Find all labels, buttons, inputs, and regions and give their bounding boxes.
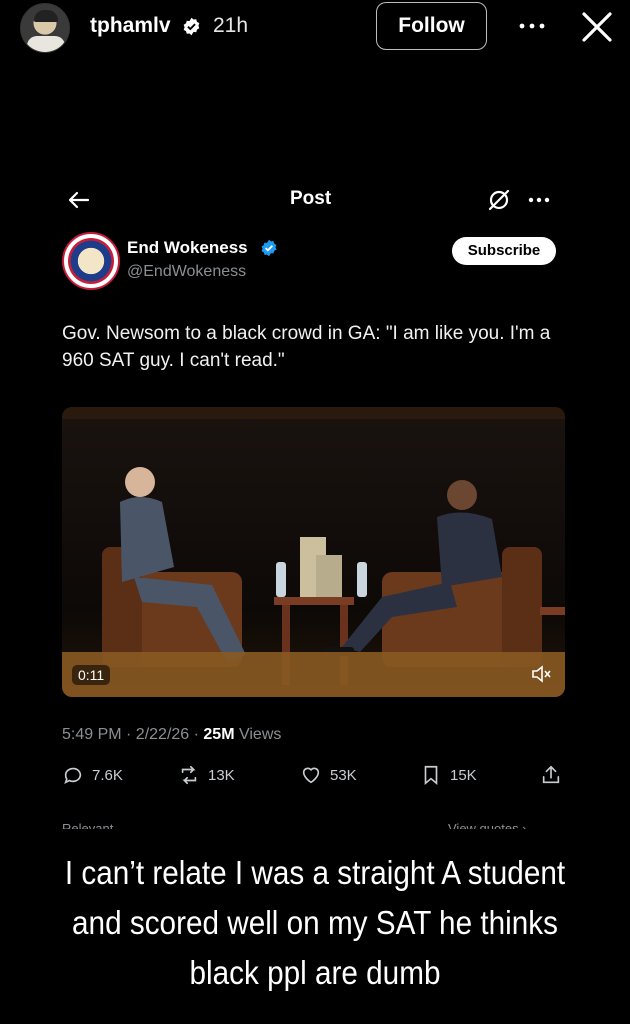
story-username[interactable]: tphamlv <box>90 14 171 38</box>
views-label: Views <box>234 726 282 743</box>
verified-badge-icon <box>261 239 277 257</box>
bookmark-count: 15K <box>450 766 477 784</box>
relevant-sort-label[interactable]: Relevant ⌄ <box>62 820 128 829</box>
like-count: 53K <box>330 766 357 784</box>
repost-button[interactable]: 13K <box>178 764 235 786</box>
back-arrow-icon[interactable] <box>67 188 91 212</box>
reply-count: 7.6K <box>92 766 123 784</box>
bookmark-button[interactable]: 15K <box>420 764 477 786</box>
like-button[interactable]: 53K <box>300 764 357 786</box>
share-icon <box>542 765 560 784</box>
story-avatar[interactable] <box>20 3 70 53</box>
subscribe-button[interactable]: Subscribe <box>452 237 556 265</box>
story-header: tphamlv 21h Follow <box>0 0 630 56</box>
reply-button[interactable]: 7.6K <box>62 764 123 786</box>
close-icon[interactable] <box>580 10 614 44</box>
video-timestamp: 0:11 <box>72 665 111 685</box>
view-quotes-link[interactable]: View quotes › <box>448 820 527 829</box>
account-handle[interactable]: @EndWokeness <box>127 263 246 281</box>
post-header-title: Post <box>290 188 332 209</box>
share-button[interactable] <box>540 764 562 786</box>
story-time: 21h <box>213 14 249 37</box>
video-frame <box>62 407 565 697</box>
action-bar: 7.6K 13K 53K 15K <box>62 764 572 792</box>
views-count: 25M <box>203 726 235 743</box>
story-caption: I can’t relate I was a straight A studen… <box>64 854 566 991</box>
embedded-post[interactable]: Post End Wokeness @EndWokeness Subscribe… <box>40 170 600 840</box>
post-meta: 5:49 PM · 2/22/26 · 25M Views <box>62 726 281 744</box>
like-icon <box>302 767 320 784</box>
mute-icon[interactable] <box>530 663 552 685</box>
follow-button[interactable]: Follow <box>376 2 487 50</box>
post-text: Gov. Newsom to a black crowd in GA: "I a… <box>62 323 551 371</box>
reply-icon <box>64 767 82 784</box>
video-player[interactable]: 0:11 <box>62 407 565 697</box>
bookmark-icon <box>424 765 438 786</box>
grok-icon[interactable] <box>486 187 512 213</box>
post-more-icon[interactable] <box>526 190 552 210</box>
verified-badge-icon <box>183 17 200 36</box>
more-icon[interactable] <box>517 14 547 38</box>
account-name[interactable]: End Wokeness <box>127 238 248 258</box>
repost-icon <box>181 765 197 785</box>
repost-count: 13K <box>208 766 235 784</box>
post-timestamp: 5:49 PM · 2/22/26 · <box>62 726 204 743</box>
account-avatar[interactable] <box>62 232 120 290</box>
